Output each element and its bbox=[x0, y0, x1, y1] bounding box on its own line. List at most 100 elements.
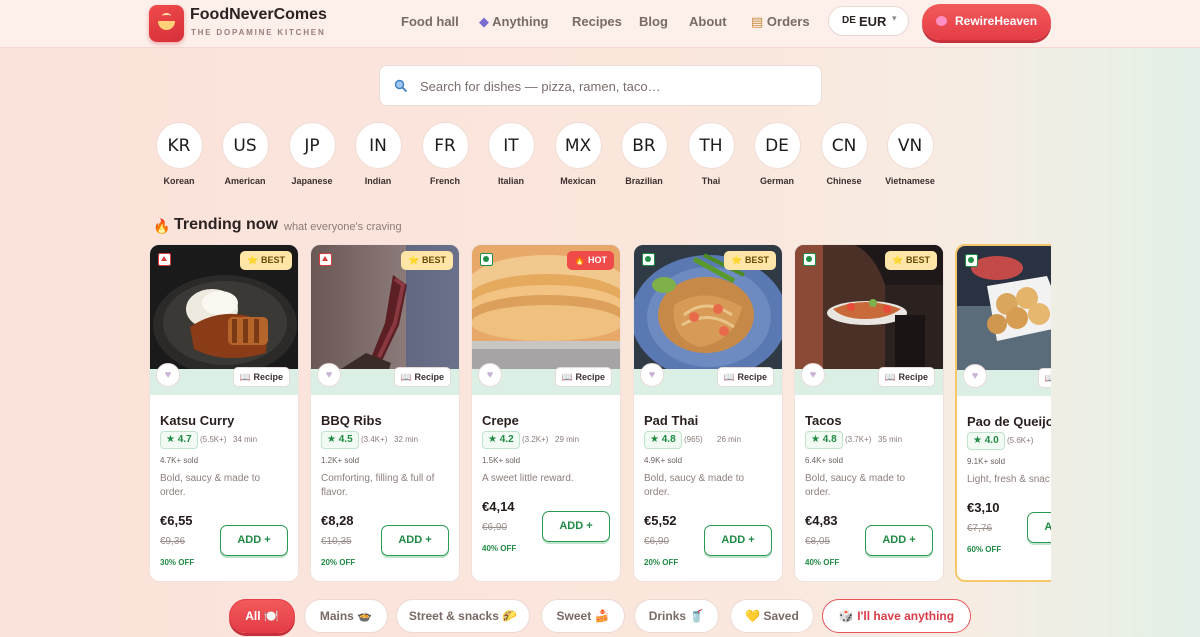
search-bar[interactable] bbox=[379, 65, 822, 106]
original-price: €6,90 bbox=[482, 522, 508, 533]
dish-name: Crepe bbox=[482, 413, 519, 428]
dish-description: Bold, saucy & made to order. bbox=[160, 473, 261, 498]
dish-name: Pad Thai bbox=[644, 413, 699, 428]
country-chip[interactable]: CN Chinese bbox=[814, 122, 874, 186]
country-code: IT bbox=[487, 122, 535, 169]
country-chip[interactable]: JP Japanese bbox=[282, 122, 342, 186]
favorite-heart-icon[interactable]: ♥ bbox=[640, 363, 664, 387]
nav-anything[interactable]: ◆ Anything bbox=[479, 14, 548, 30]
country-chip[interactable]: US American bbox=[215, 122, 275, 186]
dish-card[interactable]: ⭐ BEST ♥ 📖 Recipe Tacos ★ 4.8 (3.7K+) 35 min 6.… bbox=[794, 244, 944, 582]
add-to-cart-button[interactable]: ADD + bbox=[865, 525, 933, 556]
country-code: DE bbox=[753, 122, 801, 169]
country-chip[interactable]: BR Brazilian bbox=[614, 122, 674, 186]
dish-description: Bold, saucy & made to order. bbox=[644, 473, 745, 498]
brain-icon bbox=[936, 16, 947, 26]
brand-name[interactable]: FoodNeverComes bbox=[190, 6, 327, 24]
price: €3,10 bbox=[967, 500, 1000, 515]
filter-mains[interactable]: Mains 🍲 bbox=[304, 599, 388, 633]
country-chip[interactable]: TH Thai bbox=[681, 122, 741, 186]
favorite-heart-icon[interactable]: ♥ bbox=[963, 364, 987, 388]
favorite-heart-icon[interactable]: ♥ bbox=[801, 363, 825, 387]
recipe-button[interactable]: 📖 Recipe bbox=[716, 367, 774, 387]
favorite-heart-icon[interactable]: ♥ bbox=[156, 363, 180, 387]
country-name: French bbox=[429, 176, 460, 186]
rating-badge: ★ 4.8 bbox=[805, 431, 843, 449]
country-code: TH bbox=[687, 122, 735, 169]
country-code: JP bbox=[288, 122, 336, 169]
dish-name: Pao de Queijo bbox=[967, 414, 1051, 429]
dish-name: BBQ Ribs bbox=[321, 413, 382, 428]
best-badge: ⭐ BEST bbox=[885, 251, 937, 270]
sold-count: 4.9K+ sold bbox=[644, 456, 683, 465]
add-to-cart-button[interactable]: ADD + bbox=[704, 525, 772, 556]
original-price: €8,05 bbox=[805, 536, 831, 547]
country-code: FR bbox=[421, 122, 469, 169]
recipe-button[interactable]: 📖 Recipe bbox=[232, 367, 290, 387]
recipe-button[interactable]: 📖 Recipe bbox=[1037, 368, 1051, 388]
dish-card[interactable]: ♥ 📖 Recipe Pao de Queijo ★ 4.0(5.6K+) 9.1K+ … bbox=[955, 244, 1051, 582]
country-chip[interactable]: DE German bbox=[747, 122, 807, 186]
country-chip[interactable]: IT Italian bbox=[481, 122, 541, 186]
filter-sweet[interactable]: Sweet 🍰 bbox=[541, 599, 625, 633]
nav-food-hall[interactable]: Food hall bbox=[401, 14, 459, 29]
brand-tagline: THE DOPAMINE KITCHEN bbox=[191, 28, 326, 37]
favorite-heart-icon[interactable]: ♥ bbox=[478, 363, 502, 387]
nav-about[interactable]: About bbox=[689, 14, 727, 29]
discount-label: 40% OFF bbox=[482, 544, 517, 553]
filter-drinks[interactable]: Drinks 🥤 bbox=[634, 599, 719, 633]
rating-badge: ★ 4.7 bbox=[160, 431, 198, 449]
country-chip[interactable]: VN Vietnamese bbox=[880, 122, 940, 186]
add-to-cart-button[interactable]: ADD + bbox=[1027, 512, 1051, 543]
country-chip[interactable]: FR French bbox=[415, 122, 475, 186]
review-count: (3.7K+) bbox=[845, 435, 872, 444]
review-count: (3.2K+) bbox=[522, 435, 549, 444]
top-header: FoodNeverComes THE DOPAMINE KITCHEN Food… bbox=[0, 0, 1200, 48]
trending-carousel[interactable]: ⭐ BEST ♥ 📖 Recipe Katsu Curry ★ 4.7 (5.5K+) 34… bbox=[149, 244, 1051, 584]
filter-saved[interactable]: 💛 Saved bbox=[730, 599, 814, 633]
nav-recipes[interactable]: Recipes bbox=[572, 14, 622, 29]
favorite-heart-icon[interactable]: ♥ bbox=[317, 363, 341, 387]
rating-badge: ★ 4.0 bbox=[967, 432, 1005, 450]
country-name: Brazilian bbox=[625, 176, 663, 186]
sold-count: 1.5K+ sold bbox=[482, 456, 521, 465]
dish-card[interactable]: 🔥 HOT ♥ 📖 Recipe Crepe ★ 4.2 (3.2K+) 29 min 1.5… bbox=[471, 244, 621, 582]
dish-card[interactable]: ⭐ BEST ♥ 📖 Recipe Pad Thai ★ 4.8 (965) 26 min 4… bbox=[633, 244, 783, 582]
filter-anything[interactable]: 🎲 I'll have anything bbox=[822, 599, 971, 633]
add-to-cart-button[interactable]: ADD + bbox=[220, 525, 288, 556]
dish-description: Light, fresh & snac bbox=[967, 474, 1050, 485]
country-code: MX bbox=[554, 122, 602, 169]
add-to-cart-button[interactable]: ADD + bbox=[381, 525, 449, 556]
veg-icon bbox=[965, 254, 978, 267]
recipe-button[interactable]: 📖 Recipe bbox=[877, 367, 935, 387]
country-code: KR bbox=[155, 122, 203, 169]
filter-all[interactable]: All 🍽️ bbox=[229, 599, 295, 633]
dice-icon: ◆ bbox=[479, 14, 489, 29]
nav-orders[interactable]: ▤ Orders bbox=[751, 14, 810, 30]
country-chip[interactable]: KR Korean bbox=[149, 122, 209, 186]
logo-icon[interactable] bbox=[149, 5, 184, 42]
country-name: Indian bbox=[364, 176, 392, 186]
user-account-button[interactable]: RewireHeaven bbox=[922, 4, 1051, 40]
recipe-button[interactable]: 📖 Recipe bbox=[393, 367, 451, 387]
discount-label: 20% OFF bbox=[321, 558, 356, 567]
dish-name: Katsu Curry bbox=[160, 413, 235, 428]
nav-blog[interactable]: Blog bbox=[639, 14, 668, 29]
review-count: (965) bbox=[684, 435, 703, 444]
dish-description: Bold, saucy & made to order. bbox=[805, 473, 906, 498]
price: €4,83 bbox=[805, 513, 838, 528]
country-chip[interactable]: MX Mexican bbox=[548, 122, 608, 186]
add-to-cart-button[interactable]: ADD + bbox=[542, 511, 610, 542]
country-name: Japanese bbox=[291, 176, 333, 186]
dish-card[interactable]: ⭐ BEST ♥ 📖 Recipe BBQ Ribs ★ 4.5 (3.4K+) 32 mi… bbox=[310, 244, 460, 582]
dish-card[interactable]: ⭐ BEST ♥ 📖 Recipe Katsu Curry ★ 4.7 (5.5K+) 34… bbox=[149, 244, 299, 582]
recipe-button[interactable]: 📖 Recipe bbox=[554, 367, 612, 387]
rating-badge: ★ 4.8 bbox=[644, 431, 682, 449]
search-input[interactable] bbox=[420, 76, 810, 96]
filter-street-snacks[interactable]: Street & snacks 🌮 bbox=[396, 599, 530, 633]
country-chip[interactable]: IN Indian bbox=[348, 122, 408, 186]
veg-icon bbox=[803, 253, 816, 266]
search-icon bbox=[394, 79, 407, 92]
currency-selector[interactable]: DE EUR ▾ bbox=[828, 6, 909, 36]
price: €4,14 bbox=[482, 499, 515, 514]
